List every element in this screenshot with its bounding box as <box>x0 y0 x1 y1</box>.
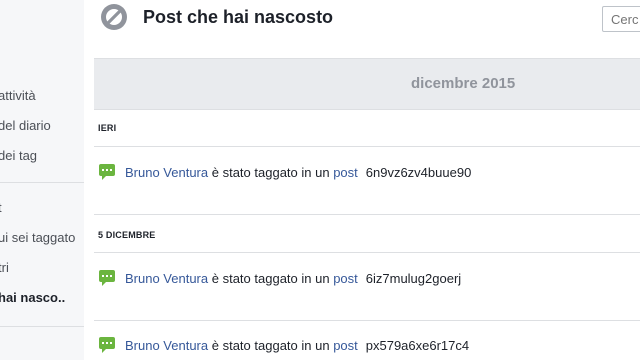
user-link[interactable]: Bruno Ventura <box>125 338 208 353</box>
main-panel: Post che hai nascosto dicembre 2015 IERI… <box>84 0 640 360</box>
row-divider <box>94 214 640 215</box>
entry-action-text: è stato taggato in un <box>211 270 330 286</box>
sidebar-item-posts[interactable]: t <box>0 200 2 216</box>
post-code: 6iz7mulug2goerj <box>365 270 462 286</box>
row-divider <box>94 320 640 321</box>
speech-bubble-icon <box>99 337 115 353</box>
sidebar-item-activity[interactable]: attività <box>0 88 36 104</box>
row-divider <box>94 146 640 147</box>
page-title: Post che hai nascosto <box>143 7 334 27</box>
row-divider <box>94 252 640 253</box>
sidebar-item-hidden-posts[interactable]: hai nasco.. <box>0 290 65 306</box>
day-label: 5 DICEMBRE <box>98 230 156 240</box>
sidebar-item-others[interactable]: tri <box>0 260 9 276</box>
post-link[interactable]: post <box>333 165 358 180</box>
post-code: px579a6xe6r17c4 <box>365 337 470 353</box>
month-label: dicembre 2015 <box>411 75 516 92</box>
speech-bubble-icon <box>99 270 115 286</box>
sidebar-item-tagged-in[interactable]: ui sei taggato <box>0 230 75 246</box>
post-code: 6n9vz6zv4buue90 <box>365 164 472 180</box>
user-link[interactable]: Bruno Ventura <box>125 165 208 180</box>
speech-bubble-icon <box>99 164 115 180</box>
sidebar-divider <box>0 182 84 183</box>
post-link[interactable]: post <box>333 338 358 353</box>
sidebar-divider <box>0 326 84 327</box>
user-link[interactable]: Bruno Ventura <box>125 271 208 286</box>
entry-action-text: è stato taggato in un <box>211 164 330 180</box>
sidebar-item-timeline[interactable]: del diario <box>0 118 51 134</box>
sidebar-item-tags[interactable]: dei tag <box>0 148 37 164</box>
list-item: Bruno Ventura è stato taggato in un post… <box>98 269 461 287</box>
day-label: IERI <box>98 123 117 133</box>
page-header: Post che hai nascosto <box>84 0 640 58</box>
search-input[interactable] <box>602 6 640 32</box>
left-sidebar: attività del diario dei tag t ui sei tag… <box>0 0 85 360</box>
entry-action-text: è stato taggato in un <box>211 337 330 353</box>
list-item: Bruno Ventura è stato taggato in un post… <box>98 336 469 354</box>
hidden-icon <box>101 4 127 30</box>
list-item: Bruno Ventura è stato taggato in un post… <box>98 163 471 181</box>
post-link[interactable]: post <box>333 271 358 286</box>
month-header: dicembre 2015 <box>94 58 640 110</box>
